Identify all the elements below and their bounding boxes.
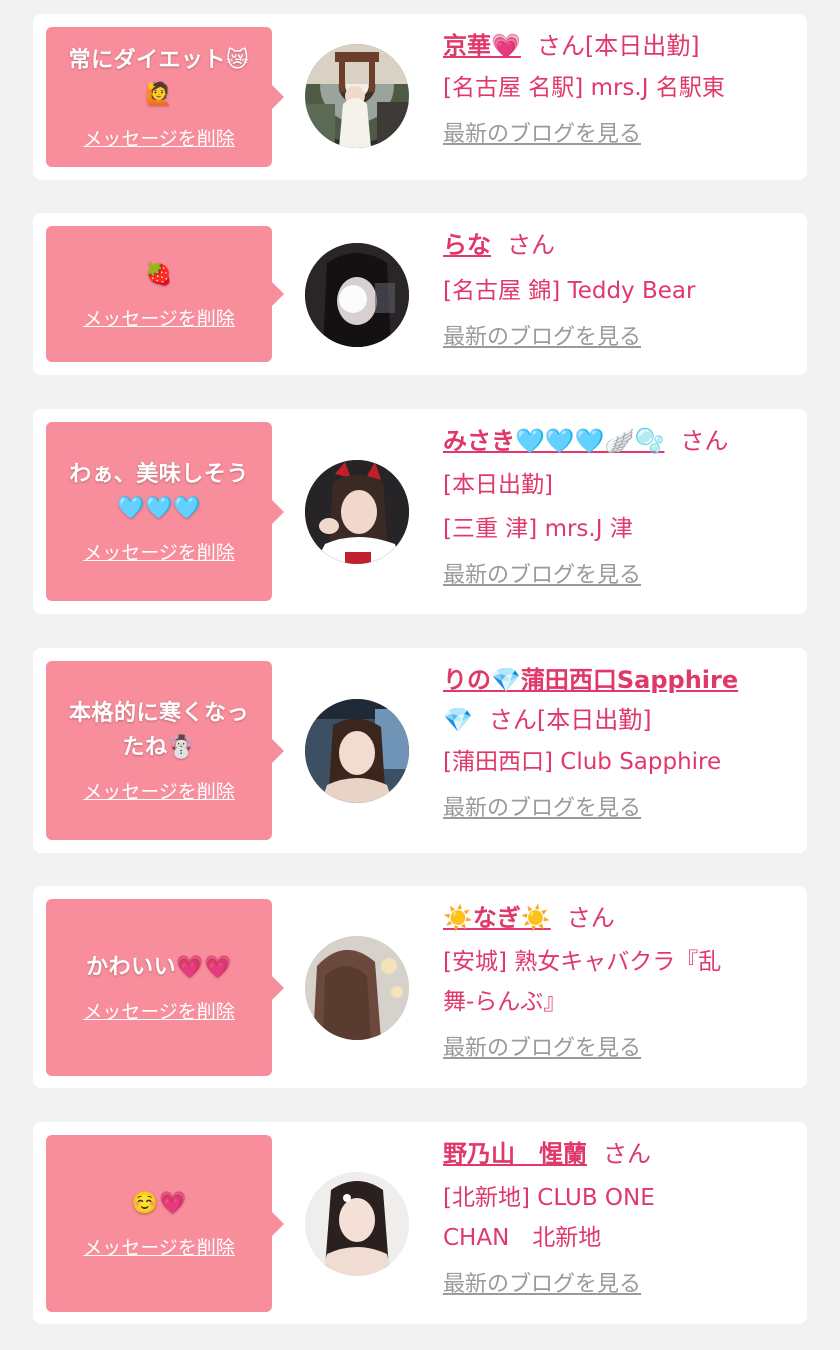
avatar-image [305, 1172, 409, 1276]
comment-bubble: 常にダイエット😿 🙋 メッセージを削除 [46, 27, 284, 167]
shop-text: [三重 津] mrs.J 津 [443, 516, 633, 542]
latest-blog-link[interactable]: 最新のブログを見る [443, 790, 641, 822]
member-info: 京華💗 さん[本日出勤] [名古屋 名駅] mrs.J 名駅東 最新のブログを見る [443, 28, 793, 148]
member-info: みさき🩵🩵🩵🪽🫧 さん [本日出勤] [三重 津] mrs.J 津 最新のブログを… [443, 423, 793, 589]
shop-text: [名古屋 錦] Teddy Bear [443, 278, 696, 304]
honorific: さん [488, 706, 537, 734]
member-info: 野乃山 惺蘭 さん [北新地] CLUB ONE CHAN 北新地 最新のブログを… [443, 1136, 793, 1298]
comment-bubble: 🍓 メッセージを削除 [46, 226, 284, 362]
comment-text: 常にダイエット😿 🙋 [68, 47, 250, 107]
shop-text: [蒲田西口] Club Sapphire [443, 749, 722, 775]
shop-text: [安城] 熟女キャバクラ『乱 舞-らんぶ』 [443, 949, 722, 1015]
member-name-link[interactable]: ☀️なぎ☀️ [443, 904, 551, 932]
honorific: さん [566, 904, 615, 932]
message-card: わぁ、美味しそう 🩵🩵🩵 メッセージを削除 みさき🩵🩵🩵🪽🫧 さん [本日出勤] … [33, 409, 807, 614]
message-card: 🍓 メッセージを削除 らな さん [名古屋 錦] Teddy Bear 最新のブロ… [33, 213, 807, 375]
comment-text: 🍓 [145, 261, 173, 287]
delete-message-link[interactable]: メッセージを削除 [83, 1233, 235, 1260]
name-emoji: 💎 [443, 706, 473, 734]
status-text: [本日出勤] [536, 706, 652, 734]
message-card: 本格的に寒くなっ たね☃️ メッセージを削除 りの💎蒲田西口Sapphire 💎… [33, 648, 807, 853]
honorific: さん [536, 32, 585, 60]
comment-bubble: わぁ、美味しそう 🩵🩵🩵 メッセージを削除 [46, 422, 284, 601]
avatar[interactable] [305, 460, 409, 564]
member-name-link[interactable]: 野乃山 惺蘭 [443, 1140, 587, 1168]
message-card: かわいい💗💗 メッセージを削除 ☀️なぎ☀️ さん [安城] 熟女キャバクラ『乱 … [33, 886, 807, 1088]
member-name-link[interactable]: みさき🩵🩵🩵🪽🫧 [443, 427, 664, 455]
avatar[interactable] [305, 699, 409, 803]
member-info: ☀️なぎ☀️ さん [安城] 熟女キャバクラ『乱 舞-らんぶ』 最新のブログを見る [443, 900, 793, 1062]
comment-text: ☺️💗 [131, 1191, 187, 1216]
comment-bubble: 本格的に寒くなっ たね☃️ メッセージを削除 [46, 661, 284, 840]
status-text: [本日出勤] [584, 32, 700, 60]
honorific: さん [603, 1140, 651, 1168]
honorific: さん [507, 231, 555, 259]
latest-blog-link[interactable]: 最新のブログを見る [443, 557, 641, 589]
shop-text: [名古屋 名駅] mrs.J 名駅東 [443, 75, 725, 101]
latest-blog-link[interactable]: 最新のブログを見る [443, 1266, 641, 1298]
latest-blog-link[interactable]: 最新のブログを見る [443, 1030, 641, 1062]
member-info: らな さん [名古屋 錦] Teddy Bear 最新のブログを見る [443, 227, 793, 351]
delete-message-link[interactable]: メッセージを削除 [83, 777, 235, 804]
comment-text: 本格的に寒くなっ たね☃️ [68, 701, 249, 760]
delete-message-link[interactable]: メッセージを削除 [83, 538, 235, 565]
latest-blog-link[interactable]: 最新のブログを見る [443, 116, 641, 148]
comment-bubble: かわいい💗💗 メッセージを削除 [46, 899, 284, 1076]
member-info: りの💎蒲田西口Sapphire 💎 さん[本日出勤] [蒲田西口] Club Sa… [443, 662, 793, 822]
avatar-image [305, 243, 409, 347]
message-card: 常にダイエット😿 🙋 メッセージを削除 京華💗 さん[本日出勤] [名古屋 名駅]… [33, 14, 807, 180]
shop-text: [北新地] CLUB ONE CHAN 北新地 [443, 1185, 655, 1251]
member-name-link[interactable]: らな [443, 231, 491, 259]
comment-bubble: ☺️💗 メッセージを削除 [46, 1135, 284, 1312]
avatar-image [305, 936, 409, 1040]
message-list: 常にダイエット😿 🙋 メッセージを削除 京華💗 さん[本日出勤] [名古屋 名駅]… [0, 0, 840, 1350]
avatar[interactable] [305, 1172, 409, 1276]
avatar-image [305, 44, 409, 148]
comment-text: かわいい💗💗 [86, 955, 232, 980]
message-card: ☺️💗 メッセージを削除 野乃山 惺蘭 さん [北新地] CLUB ONE CHA… [33, 1122, 807, 1324]
delete-message-link[interactable]: メッセージを削除 [83, 304, 235, 331]
member-name-link[interactable]: りの💎蒲田西口Sapphire [443, 666, 738, 694]
avatar[interactable] [305, 44, 409, 148]
avatar-image [305, 460, 409, 564]
delete-message-link[interactable]: メッセージを削除 [83, 997, 235, 1024]
comment-text: わぁ、美味しそう 🩵🩵🩵 [69, 462, 249, 521]
avatar[interactable] [305, 936, 409, 1040]
honorific: さん [680, 427, 729, 455]
member-name-link[interactable]: 京華💗 [443, 32, 521, 60]
avatar[interactable] [305, 243, 409, 347]
avatar-image [305, 699, 409, 803]
status-text: [本日出勤] [443, 472, 553, 498]
latest-blog-link[interactable]: 最新のブログを見る [443, 319, 641, 351]
delete-message-link[interactable]: メッセージを削除 [83, 124, 235, 151]
